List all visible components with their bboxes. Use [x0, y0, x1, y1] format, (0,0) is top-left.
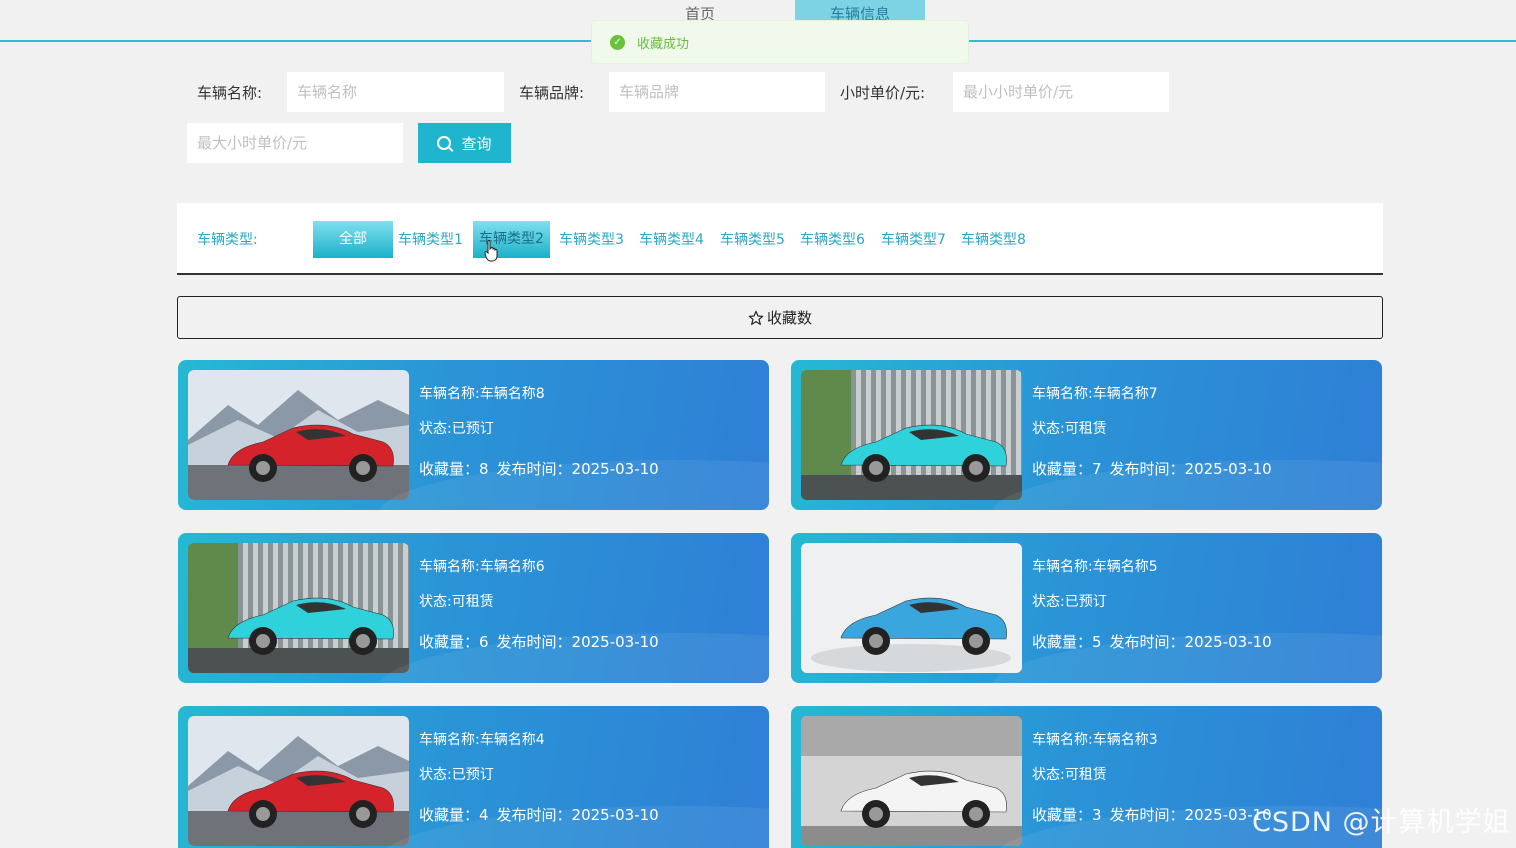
type-item-3[interactable]: 车辆类型3: [559, 229, 624, 249]
sort-label: 收藏数: [766, 309, 812, 327]
car-image[interactable]: [801, 716, 1022, 846]
type-item-7[interactable]: 车辆类型7: [881, 229, 946, 249]
car-name: 车辆名称:车辆名称5: [1032, 559, 1158, 575]
car-status: 状态:已预订: [419, 421, 494, 437]
car-status: 状态:可租赁: [419, 594, 494, 610]
car-meta: 收藏量：7 发布时间：2025-03-10: [1032, 458, 1280, 479]
car-type-filter: 车辆类型: 全部 车辆类型1 车辆类型2 车辆类型3 车辆类型4 车辆类型5 车…: [177, 203, 1383, 275]
car-type-label: 车辆类型:: [197, 232, 258, 248]
car-image[interactable]: [188, 543, 409, 673]
car-image[interactable]: [188, 716, 409, 846]
car-card[interactable]: 车辆名称:车辆名称8 状态:已预订 收藏量：8 发布时间：2025-03-10: [178, 360, 769, 510]
publish-date: 发布时间：2025-03-10: [496, 806, 659, 824]
favorite-count: 收藏量：4: [419, 806, 489, 824]
favorite-count: 收藏量：3: [1032, 806, 1102, 824]
type-item-1[interactable]: 车辆类型1: [398, 229, 463, 249]
car-card[interactable]: 车辆名称:车辆名称6 状态:可租赁 收藏量：6 发布时间：2025-03-10: [178, 533, 769, 683]
watermark: CSDN @计算机学姐: [1252, 807, 1511, 838]
type-item-6[interactable]: 车辆类型6: [800, 229, 865, 249]
car-meta: 收藏量：8 发布时间：2025-03-10: [419, 458, 667, 479]
publish-date: 发布时间：2025-03-10: [1109, 806, 1272, 824]
car-name: 车辆名称:车辆名称6: [419, 559, 545, 575]
search-button[interactable]: 查询: [418, 123, 511, 163]
car-card[interactable]: 车辆名称:车辆名称4 状态:已预订 收藏量：4 发布时间：2025-03-10: [178, 706, 769, 848]
car-name-input[interactable]: [287, 72, 504, 112]
hand-cursor-icon: [484, 240, 498, 262]
search-icon: [437, 136, 452, 150]
car-name: 车辆名称:车辆名称7: [1032, 386, 1158, 402]
car-status: 状态:可租赁: [1032, 767, 1107, 783]
hour-price-label: 小时单价/元:: [840, 84, 926, 102]
favorite-count: 收藏量：8: [419, 460, 489, 478]
star-icon: [748, 310, 764, 325]
favorite-count: 收藏量：6: [419, 633, 489, 651]
car-name-label: 车辆名称:: [197, 84, 263, 102]
car-meta: 收藏量：5 发布时间：2025-03-10: [1032, 631, 1280, 652]
type-item-8[interactable]: 车辆类型8: [961, 229, 1026, 249]
car-brand-label: 车辆品牌:: [519, 84, 585, 102]
car-name: 车辆名称:车辆名称8: [419, 386, 545, 402]
car-status: 状态:可租赁: [1032, 421, 1107, 437]
car-meta: 收藏量：3 发布时间：2025-03-10: [1032, 804, 1280, 825]
car-status: 状态:已预订: [419, 767, 494, 783]
car-image[interactable]: [801, 370, 1022, 500]
sort-by-favorites-button[interactable]: 收藏数: [177, 296, 1383, 339]
success-toast: ✓ 收藏成功: [591, 20, 969, 64]
car-meta: 收藏量：4 发布时间：2025-03-10: [419, 804, 667, 825]
favorite-count: 收藏量：5: [1032, 633, 1102, 651]
car-brand-input[interactable]: [609, 72, 825, 112]
publish-date: 发布时间：2025-03-10: [496, 460, 659, 478]
favorite-count: 收藏量：7: [1032, 460, 1102, 478]
publish-date: 发布时间：2025-03-10: [496, 633, 659, 651]
publish-date: 发布时间：2025-03-10: [1109, 460, 1272, 478]
car-meta: 收藏量：6 发布时间：2025-03-10: [419, 631, 667, 652]
car-card[interactable]: 车辆名称:车辆名称7 状态:可租赁 收藏量：7 发布时间：2025-03-10: [791, 360, 1382, 510]
max-price-input[interactable]: [187, 123, 403, 163]
toast-message: 收藏成功: [637, 36, 690, 52]
type-all-button[interactable]: 全部: [313, 221, 393, 258]
min-price-input[interactable]: [953, 72, 1169, 112]
type-item-4[interactable]: 车辆类型4: [639, 229, 704, 249]
car-name: 车辆名称:车辆名称4: [419, 732, 545, 748]
car-image[interactable]: [188, 370, 409, 500]
search-button-label: 查询: [461, 134, 492, 153]
car-card[interactable]: 车辆名称:车辆名称5 状态:已预订 收藏量：5 发布时间：2025-03-10: [791, 533, 1382, 683]
check-circle-icon: ✓: [610, 34, 625, 50]
publish-date: 发布时间：2025-03-10: [1109, 633, 1272, 651]
car-status: 状态:已预订: [1032, 594, 1107, 610]
type-item-5[interactable]: 车辆类型5: [720, 229, 785, 249]
car-name: 车辆名称:车辆名称3: [1032, 732, 1158, 748]
car-image[interactable]: [801, 543, 1022, 673]
